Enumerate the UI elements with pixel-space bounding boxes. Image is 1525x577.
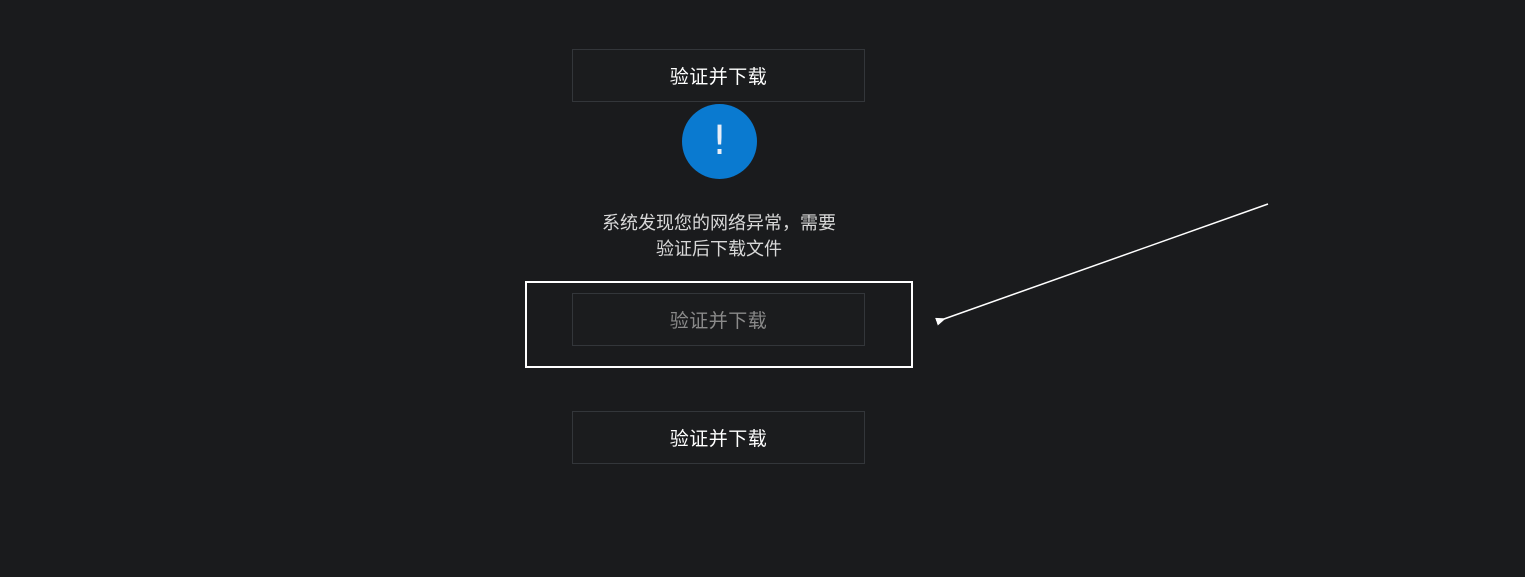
message-line-2: 验证后下载文件: [656, 239, 782, 260]
verification-page: 验证并下载 ! 系统发现您的网络异常，需要 验证后下载文件 验证并下载 验证并下…: [0, 0, 1525, 577]
network-warning-message: 系统发现您的网络异常，需要 验证后下载文件: [560, 211, 878, 263]
exclamation-icon: !: [682, 104, 757, 179]
exclamation-symbol: !: [711, 117, 728, 164]
verify-download-button-middle[interactable]: 验证并下载: [572, 293, 865, 346]
message-line-1: 系统发现您的网络异常，需要: [602, 213, 836, 234]
verify-download-button-bottom[interactable]: 验证并下载: [572, 411, 865, 464]
verify-download-button-top[interactable]: 验证并下载: [572, 49, 865, 102]
arrow-line: [935, 203, 1269, 326]
